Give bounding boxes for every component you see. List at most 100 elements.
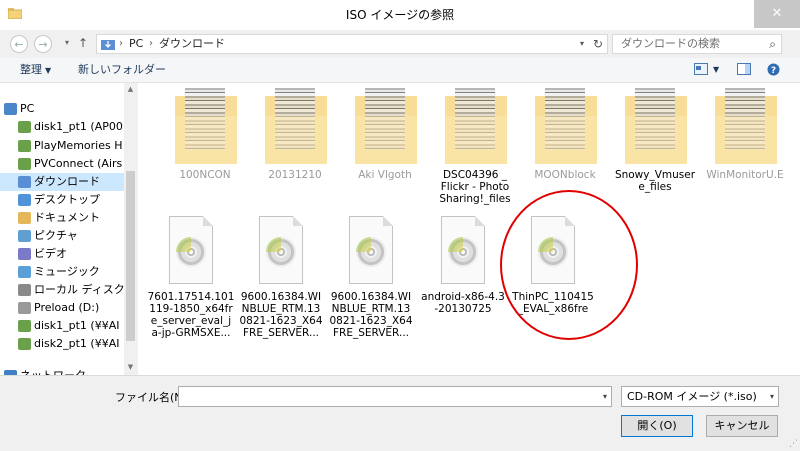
network-drive-icon [18, 121, 31, 133]
network-drive-icon [18, 320, 31, 332]
resize-grip-icon[interactable]: ⋰ [789, 439, 798, 449]
disc-image-icon [169, 216, 213, 284]
videos-folder-icon [18, 248, 31, 260]
iso-file-item[interactable]: 9600.16384.WI NBLUE_RTM.13 0821-1623_X64… [236, 211, 326, 346]
sidebar-item-label: ローカル ディスク (C [34, 283, 124, 296]
folder-icon [535, 88, 597, 164]
computer-icon [4, 103, 17, 115]
iso-file-item[interactable]: android-x86-4.3 -20130725 [418, 211, 508, 346]
network-drive-icon [18, 158, 31, 170]
folder-icon [265, 88, 327, 164]
recent-locations-dropdown[interactable]: ▾ [65, 38, 69, 47]
address-bar[interactable]: › PC › ダウンロード ▾ ↻ [96, 34, 608, 54]
refresh-icon[interactable]: ↻ [593, 35, 603, 53]
sidebar-item[interactable]: ビデオ [0, 245, 124, 263]
scroll-up-arrow-icon[interactable]: ▲ [124, 85, 137, 93]
preview-pane-icon[interactable] [737, 63, 751, 75]
change-view-icon[interactable] [694, 63, 708, 75]
folder-front [175, 116, 237, 164]
filename-input[interactable]: ▾ [178, 386, 612, 407]
sidebar-item[interactable]: PlayMemories H [0, 137, 124, 155]
sidebar-item-label: ネットワーク [20, 367, 86, 375]
sidebar-item-label: ビデオ [34, 247, 67, 260]
chevron-down-icon: ▾ [769, 392, 774, 401]
breadcrumb-downloads[interactable]: ダウンロード [159, 35, 225, 53]
sidebar-item[interactable]: ピクチャ [0, 227, 124, 245]
breadcrumb-pc[interactable]: PC [129, 35, 143, 53]
folder-item[interactable]: DSC04396 _ Flickr - Photo Sharing!_files [430, 83, 520, 205]
sidebar-item[interactable]: PC [0, 100, 124, 118]
folder-icon [715, 88, 777, 164]
sidebar-item-label: PC [20, 102, 35, 115]
up-button[interactable]: ↑ [78, 36, 88, 50]
navigation-bar: ← → ▾ ↑ › PC › ダウンロード ▾ ↻ ダウンロードの検索 ⌕ [0, 30, 800, 56]
sidebar-item-label: PVConnect (Airs [34, 157, 123, 170]
sidebar-item[interactable]: Preload (D:) [0, 299, 124, 317]
iso-file-item[interactable]: 7601.17514.101 119-1850_x64fr e_server_e… [146, 211, 236, 346]
new-folder-button[interactable]: 新しいフォルダー [78, 58, 166, 82]
organize-label: 整理 [20, 63, 42, 76]
disc-shine [176, 237, 191, 252]
search-icon[interactable]: ⌕ [769, 37, 776, 52]
cancel-button[interactable]: キャンセル [706, 415, 778, 437]
sidebar-item[interactable]: ネットワーク [0, 367, 124, 375]
help-icon[interactable]: ? [767, 63, 780, 76]
documents-folder-icon [18, 212, 31, 224]
sidebar-item-label: ミュージック [34, 265, 100, 278]
music-folder-icon [18, 266, 31, 278]
folder-front [625, 116, 687, 164]
open-button[interactable]: 開く(O) [621, 415, 693, 437]
file-type-filter[interactable]: CD-ROM イメージ (*.iso) ▾ [621, 386, 779, 407]
scrollbar-thumb[interactable] [126, 171, 135, 341]
file-name: 7601.17514.101 119-1850_x64fr e_server_e… [147, 291, 235, 339]
organize-button[interactable]: 整理 ▼ [20, 58, 51, 83]
help-glyph: ? [771, 66, 776, 76]
sidebar-item[interactable]: ミュージック [0, 263, 124, 281]
downloads-folder-icon [101, 40, 115, 50]
sidebar-item[interactable]: ダウンロード [0, 173, 124, 191]
scroll-down-arrow-icon[interactable]: ▼ [124, 363, 137, 371]
disc-shine [448, 237, 463, 252]
breadcrumb-separator[interactable]: › [119, 35, 123, 53]
folder-item[interactable]: 20131210 [250, 83, 340, 203]
sidebar-item[interactable]: ドキュメント [0, 209, 124, 227]
folder-item[interactable]: MOONblock [520, 83, 610, 203]
folder-front [445, 116, 507, 164]
disc-shine [356, 237, 371, 252]
page-fold [293, 216, 303, 226]
address-dropdown-button[interactable]: ▾ [580, 35, 584, 53]
folder-front [715, 116, 777, 164]
file-name: android-x86-4.3 -20130725 [421, 291, 505, 315]
folder-item[interactable]: Snowy_Vmuser e_files [610, 83, 700, 203]
breadcrumb-separator[interactable]: › [149, 35, 153, 53]
file-type-value: CD-ROM イメージ (*.iso) [627, 390, 757, 403]
folder-name: Aki Vlgoth [358, 169, 412, 181]
view-options-dropdown[interactable]: ▼ [713, 58, 719, 82]
file-list-pane: 100NCON 20131210 Aki Vlgoth DSC04396 _ Flic… [138, 83, 800, 375]
forward-button[interactable]: → [34, 35, 52, 53]
folder-item[interactable]: 100NCON [160, 83, 250, 203]
sidebar-item[interactable]: disk2_pt1 (¥¥AI [0, 335, 124, 353]
desktop-folder-icon [18, 194, 31, 206]
file-name: 9600.16384.WI NBLUE_RTM.13 0821-1623_X64… [239, 291, 323, 339]
sidebar-item[interactable]: disk1_pt1 (¥¥AI [0, 317, 124, 335]
folder-item[interactable]: WinMonitorU.E [700, 83, 790, 203]
command-bar: 整理 ▼ 新しいフォルダー ▼ ? [0, 58, 800, 83]
sidebar-item[interactable]: デスクトップ [0, 191, 124, 209]
search-input[interactable]: ダウンロードの検索 [621, 35, 720, 53]
sidebar-item[interactable]: disk1_pt1 (AP00 [0, 118, 124, 136]
chevron-down-icon[interactable]: ▾ [603, 387, 607, 406]
sidebar-item-label: ダウンロード [34, 175, 100, 188]
navigation-pane: PC disk1_pt1 (AP00 PlayMemories H PVConnect… [0, 83, 137, 375]
local-disk-icon [18, 284, 31, 296]
disc-shine [266, 237, 281, 252]
iso-file-item[interactable]: 9600.16384.WI NBLUE_RTM.13 0821-1623_X64… [326, 211, 416, 346]
folder-item[interactable]: Aki Vlgoth [340, 83, 430, 203]
search-box[interactable]: ダウンロードの検索 ⌕ [612, 34, 782, 54]
back-button[interactable]: ← [10, 35, 28, 53]
close-button[interactable]: ✕ [754, 0, 800, 28]
sidebar-item[interactable]: PVConnect (Airs [0, 155, 124, 173]
sidebar-item[interactable]: ローカル ディスク (C [0, 281, 124, 299]
network-drive-icon [18, 338, 31, 350]
navigation-scrollbar[interactable]: ▲ ▼ [124, 83, 137, 375]
